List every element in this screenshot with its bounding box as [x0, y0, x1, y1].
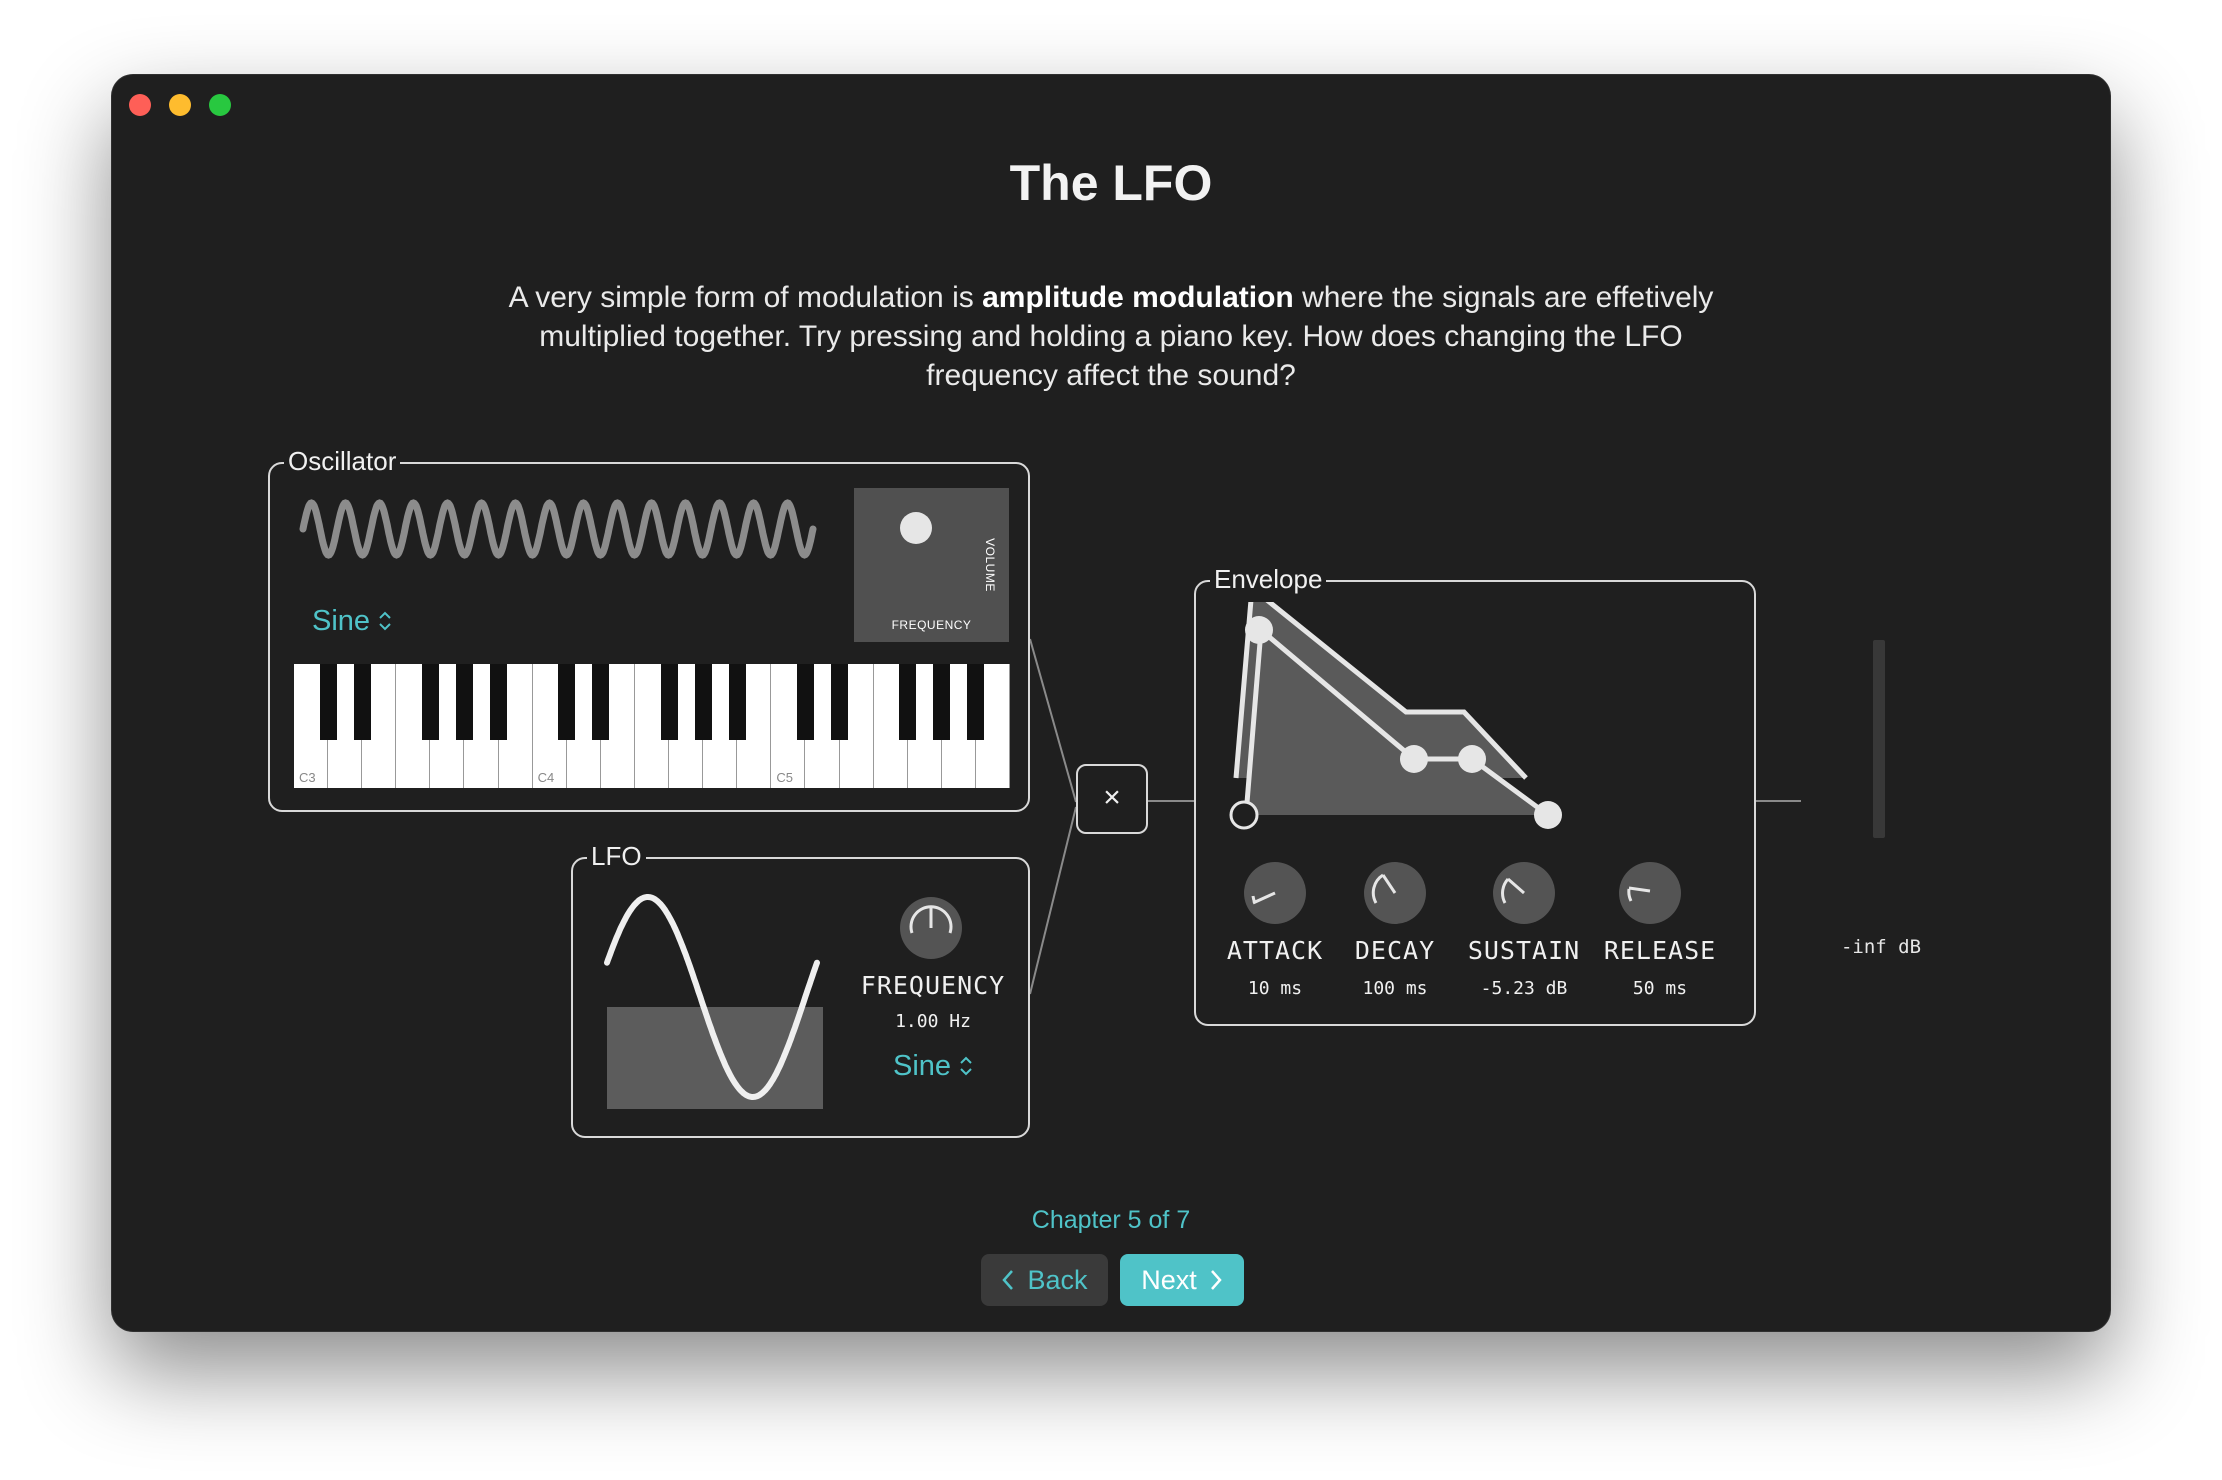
sustain-knob[interactable] [1492, 861, 1556, 925]
sustain-label: SUSTAIN [1467, 936, 1581, 965]
lfo-frequency-label: FREQUENCY [860, 971, 1006, 1000]
pad-handle[interactable] [900, 512, 932, 544]
chevron-up-down-icon [379, 611, 391, 631]
output-level-meter [1873, 640, 1885, 838]
intro-text-part: A very simple form of modulation is [508, 281, 983, 314]
envelope-release-handle[interactable] [1534, 801, 1562, 829]
oscillator-panel: Oscillator Sine FREQUENCY VOLUME C3 C4 C5 [268, 445, 1030, 812]
piano-black-key[interactable] [592, 664, 610, 740]
piano-black-key[interactable] [694, 664, 712, 740]
chapter-indicator: Chapter 5 of 7 [1031, 1206, 1191, 1234]
piano-black-key[interactable] [319, 664, 337, 740]
release-label: RELEASE [1603, 936, 1717, 965]
piano-black-key[interactable] [455, 664, 473, 740]
piano-octave-label: C4 [537, 770, 555, 785]
piano-black-key[interactable] [967, 664, 985, 740]
oscillator-title: Oscillator [284, 445, 401, 477]
lfo-waveform-select[interactable]: Sine [893, 1049, 973, 1083]
envelope-panel: Envelope ATTACK 10 ms DECAY 100 ms SUSTA… [1194, 563, 1756, 1026]
lfo-panel: LFO FREQUENCY 1.00 Hz Sine [571, 840, 1030, 1138]
piano-black-key[interactable] [660, 664, 678, 740]
decay-value: 100 ms [1362, 978, 1428, 999]
lfo-frequency-knob[interactable] [898, 895, 964, 961]
piano-octave-label: C5 [776, 770, 793, 785]
pad-frequency-label: FREQUENCY [891, 618, 972, 632]
piano-octave-label: C3 [299, 770, 316, 785]
decay-knob[interactable] [1363, 861, 1427, 925]
envelope-attack-handle[interactable] [1245, 616, 1273, 644]
minimize-window-button[interactable] [169, 94, 191, 116]
chevron-left-icon [1002, 1270, 1014, 1290]
sustain-value: -5.23 dB [1480, 978, 1568, 999]
intro-text: A very simple form of modulation is ampl… [491, 278, 1731, 395]
lfo-waveform-value: Sine [893, 1050, 952, 1082]
attack-label: ATTACK [1226, 936, 1324, 965]
chevron-up-down-icon [960, 1056, 972, 1076]
piano-black-key[interactable] [831, 664, 849, 740]
lfo-waveform-display [604, 894, 823, 1109]
page-title: The LFO [1009, 155, 1213, 211]
release-knob[interactable] [1618, 861, 1682, 925]
piano-black-key[interactable] [796, 664, 814, 740]
release-value: 50 ms [1632, 978, 1688, 999]
maximize-window-button[interactable] [209, 94, 231, 116]
oscillator-waveform-display [299, 499, 817, 559]
oscillator-waveform-select[interactable]: Sine [312, 604, 392, 638]
app-window: The LFO A very simple form of modulation… [111, 74, 2111, 1332]
decay-label: DECAY [1354, 936, 1436, 965]
attack-value: 10 ms [1247, 978, 1303, 999]
piano-black-key[interactable] [558, 664, 576, 740]
piano-black-key[interactable] [728, 664, 746, 740]
pad-volume-label: VOLUME [983, 538, 998, 592]
next-button-label: Next [1141, 1264, 1197, 1295]
back-button[interactable]: Back [981, 1254, 1108, 1306]
back-button-label: Back [1027, 1264, 1088, 1295]
frequency-volume-pad[interactable]: FREQUENCY VOLUME [854, 488, 1009, 642]
piano-black-key[interactable] [490, 664, 508, 740]
envelope-decay-handle[interactable] [1400, 745, 1428, 773]
piano-keyboard: C3 C4 C5 [294, 664, 1010, 788]
multiply-node[interactable]: × [1076, 764, 1148, 834]
chevron-right-icon [1210, 1270, 1222, 1290]
envelope-start-handle[interactable] [1229, 800, 1259, 830]
close-window-button[interactable] [129, 94, 151, 116]
next-button[interactable]: Next [1120, 1254, 1244, 1306]
lfo-title: LFO [587, 840, 646, 872]
piano-black-key[interactable] [899, 664, 917, 740]
piano-black-key[interactable] [353, 664, 371, 740]
envelope-handles [1229, 616, 1562, 830]
output-level-label: -inf dB [1840, 936, 1922, 958]
lfo-frequency-value: 1.00 Hz [895, 1011, 971, 1032]
oscillator-waveform-value: Sine [312, 605, 371, 637]
envelope-sustain-handle[interactable] [1458, 745, 1486, 773]
intro-text-emphasis: amplitude modulation [982, 281, 1294, 314]
attack-knob[interactable] [1243, 861, 1307, 925]
piano-black-key[interactable] [421, 664, 439, 740]
piano-black-key[interactable] [933, 664, 951, 740]
